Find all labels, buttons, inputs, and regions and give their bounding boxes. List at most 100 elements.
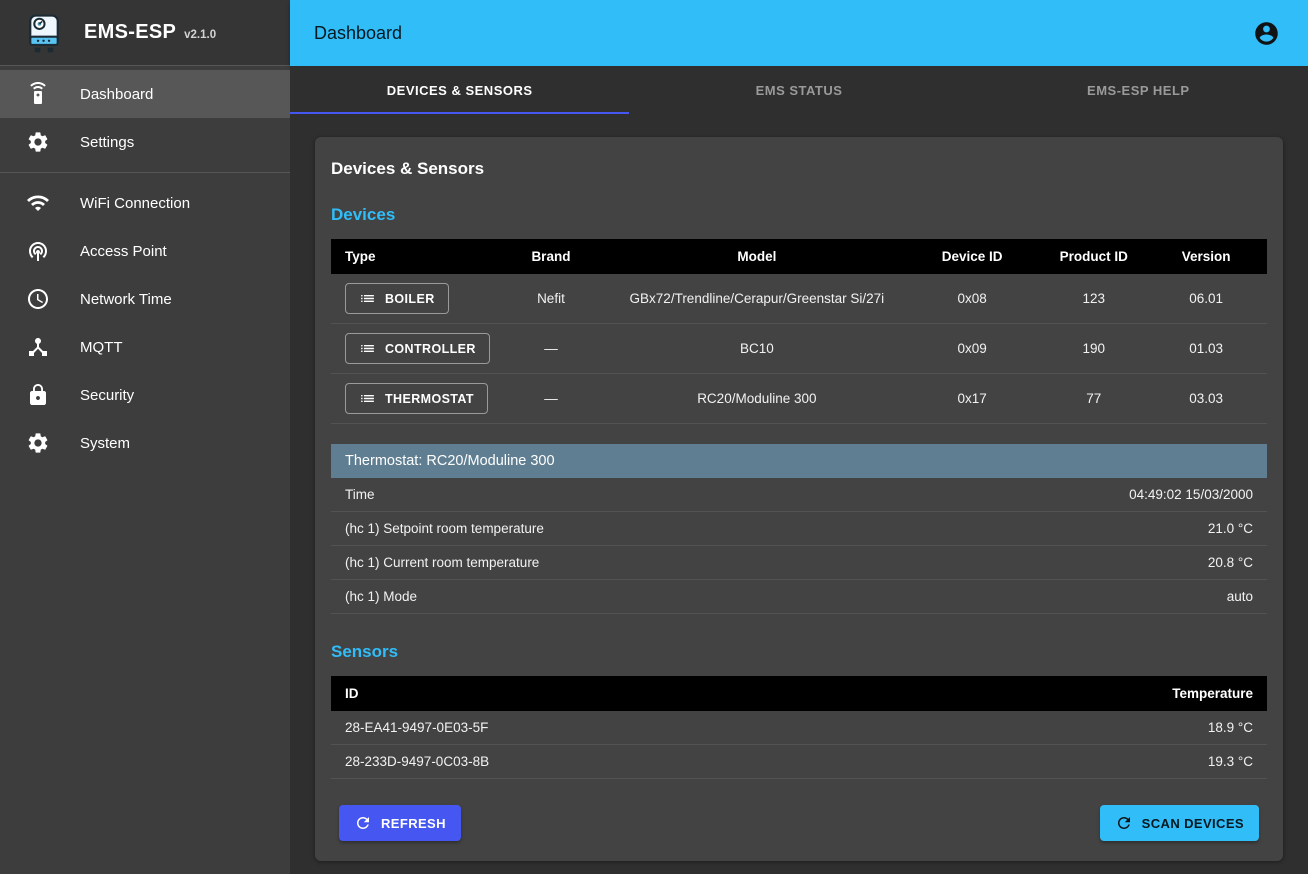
sidebar-item-label: Access Point — [80, 243, 167, 260]
list-icon — [359, 390, 376, 407]
column-header-temperature: Temperature — [986, 676, 1267, 711]
tab-label: DEVICES & SENSORS — [387, 83, 533, 98]
device-product-id: 77 — [1042, 374, 1145, 424]
sidebar-item-label: MQTT — [80, 339, 123, 356]
device-detail-list: Time 04:49:02 15/03/2000 (hc 1) Setpoint… — [331, 478, 1267, 614]
list-item: (hc 1) Current room temperature 20.8 °C — [331, 546, 1267, 580]
device-model: RC20/Moduline 300 — [612, 374, 902, 424]
table-row: 28-EA41-9497-0E03-5F 18.9 °C — [331, 711, 1267, 745]
device-type-label: THERMOSTAT — [385, 392, 474, 406]
detail-label: (hc 1) Mode — [345, 589, 417, 604]
list-icon — [359, 340, 376, 357]
account-button[interactable] — [1246, 13, 1286, 53]
sensors-section: Sensors ID Temperature 28-EA41-9497-0E03… — [331, 642, 1267, 779]
access-point-icon — [26, 239, 50, 263]
device-brand: — — [490, 374, 612, 424]
remote-icon — [26, 82, 50, 106]
page-title: Dashboard — [314, 23, 1246, 44]
sidebar-item-label: Dashboard — [80, 86, 153, 103]
card-title: Devices & Sensors — [331, 159, 1267, 179]
device-version: 03.03 — [1145, 374, 1267, 424]
content: Devices & Sensors Devices Type Brand Mod… — [290, 114, 1308, 874]
scan-devices-button[interactable]: SCAN DEVICES — [1100, 805, 1259, 841]
device-brand: — — [490, 324, 612, 374]
detail-value: 20.8 °C — [1208, 555, 1253, 570]
app-bar: Dashboard — [290, 0, 1308, 66]
detail-value: 21.0 °C — [1208, 521, 1253, 536]
sensors-table-header: ID Temperature — [331, 676, 1267, 711]
sidebar-header: EMS-ESP v2.1.0 — [0, 0, 290, 66]
device-id: 0x08 — [902, 274, 1042, 324]
column-header-version: Version — [1145, 239, 1267, 274]
device-type-label: BOILER — [385, 292, 435, 306]
sidebar-item-label: Settings — [80, 134, 134, 151]
table-row: CONTROLLER — BC10 0x09 190 01.03 — [331, 324, 1267, 374]
sidebar-item-label: WiFi Connection — [80, 195, 190, 212]
table-row: BOILER Nefit GBx72/Trendline/Cerapur/Gre… — [331, 274, 1267, 324]
sidebar-item-label: Network Time — [80, 291, 172, 308]
device-detail-header: Thermostat: RC20/Moduline 300 — [331, 444, 1267, 478]
refresh-button[interactable]: REFRESH — [339, 805, 461, 841]
actions-row: REFRESH SCAN DEVICES — [331, 805, 1267, 841]
refresh-button-label: REFRESH — [381, 816, 446, 831]
device-model: BC10 — [612, 324, 902, 374]
sidebar-item-security[interactable]: Security — [0, 371, 290, 419]
device-type-button-controller[interactable]: CONTROLLER — [345, 333, 490, 364]
list-item: (hc 1) Setpoint room temperature 21.0 °C — [331, 512, 1267, 546]
sensor-temperature: 19.3 °C — [986, 745, 1267, 779]
column-header-id: ID — [331, 676, 986, 711]
column-header-brand: Brand — [490, 239, 612, 274]
device-type-button-thermostat[interactable]: THERMOSTAT — [345, 383, 488, 414]
sensors-table: ID Temperature 28-EA41-9497-0E03-5F 18.9… — [331, 676, 1267, 779]
clock-icon — [26, 287, 50, 311]
tab-ems-esp-help[interactable]: EMS-ESP HELP — [969, 66, 1308, 114]
boiler-logo-icon — [22, 11, 66, 55]
device-model: GBx72/Trendline/Cerapur/Greenstar Si/27i — [612, 274, 902, 324]
sidebar-item-mqtt[interactable]: MQTT — [0, 323, 290, 371]
sidebar-item-access-point[interactable]: Access Point — [0, 227, 290, 275]
detail-label: Time — [345, 487, 375, 502]
tab-ems-status[interactable]: EMS STATUS — [629, 66, 968, 114]
tab-label: EMS STATUS — [756, 83, 843, 98]
device-hub-icon — [26, 335, 50, 359]
sensor-id: 28-233D-9497-0C03-8B — [331, 745, 986, 779]
sidebar-item-dashboard[interactable]: Dashboard — [0, 70, 290, 118]
refresh-icon — [354, 814, 372, 832]
tab-bar: DEVICES & SENSORS EMS STATUS EMS-ESP HEL… — [290, 66, 1308, 114]
refresh-icon — [1115, 814, 1133, 832]
detail-value: auto — [1227, 589, 1253, 604]
device-version: 01.03 — [1145, 324, 1267, 374]
devices-sensors-card: Devices & Sensors Devices Type Brand Mod… — [315, 137, 1283, 861]
column-header-type: Type — [331, 239, 490, 274]
sidebar-item-network-time[interactable]: Network Time — [0, 275, 290, 323]
devices-heading: Devices — [331, 205, 1267, 225]
device-id: 0x17 — [902, 374, 1042, 424]
sidebar-item-wifi-connection[interactable]: WiFi Connection — [0, 179, 290, 227]
list-item: Time 04:49:02 15/03/2000 — [331, 478, 1267, 512]
sidebar-divider — [0, 172, 290, 173]
gear-icon — [26, 431, 50, 455]
table-row: 28-233D-9497-0C03-8B 19.3 °C — [331, 745, 1267, 779]
table-row: THERMOSTAT — RC20/Moduline 300 0x17 77 0… — [331, 374, 1267, 424]
device-type-label: CONTROLLER — [385, 342, 476, 356]
wifi-icon — [26, 191, 50, 215]
sidebar-item-system[interactable]: System — [0, 419, 290, 467]
tab-label: EMS-ESP HELP — [1087, 83, 1190, 98]
lock-icon — [26, 383, 50, 407]
device-version: 06.01 — [1145, 274, 1267, 324]
scan-devices-button-label: SCAN DEVICES — [1142, 816, 1244, 831]
column-header-product-id: Product ID — [1042, 239, 1145, 274]
devices-table-header: Type Brand Model Device ID Product ID Ve… — [331, 239, 1267, 274]
column-header-device-id: Device ID — [902, 239, 1042, 274]
list-item: (hc 1) Mode auto — [331, 580, 1267, 614]
app-version: v2.1.0 — [184, 29, 216, 41]
device-type-button-boiler[interactable]: BOILER — [345, 283, 449, 314]
sensor-id: 28-EA41-9497-0E03-5F — [331, 711, 986, 745]
device-product-id: 123 — [1042, 274, 1145, 324]
sidebar-item-settings[interactable]: Settings — [0, 118, 290, 166]
main-area: Dashboard DEVICES & SENSORS EMS STATUS E… — [290, 0, 1308, 874]
list-icon — [359, 290, 376, 307]
sensor-temperature: 18.9 °C — [986, 711, 1267, 745]
sidebar-item-label: Security — [80, 387, 134, 404]
tab-devices-sensors[interactable]: DEVICES & SENSORS — [290, 66, 629, 114]
